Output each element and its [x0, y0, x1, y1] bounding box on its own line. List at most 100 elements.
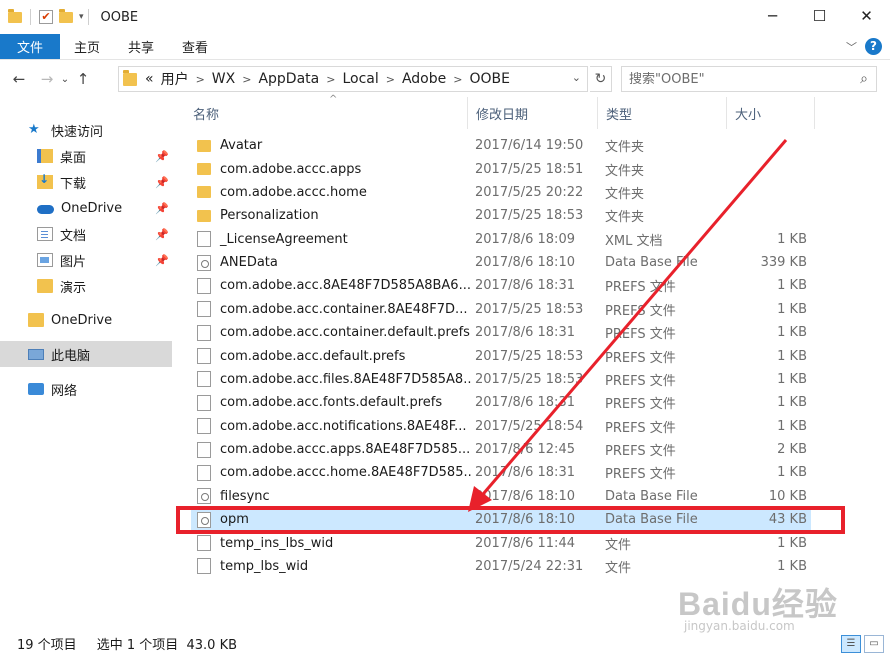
file-icon [197, 301, 211, 318]
pin-icon[interactable]: 📌 [155, 228, 169, 241]
table-row[interactable]: com.adobe.acc.container.default.prefs 201… [191, 321, 811, 344]
tab-share[interactable]: 共享 [114, 34, 168, 59]
close-button[interactable]: ✕ [843, 0, 890, 32]
breadcrumb-separator-icon[interactable]: > [242, 73, 251, 86]
pictures-folder-icon [37, 253, 53, 267]
table-row[interactable]: com.adobe.accc.home 2017/5/25 20:22 文件夹 [191, 181, 811, 204]
file-name: Personalization [220, 208, 319, 224]
table-row[interactable]: Avatar 2017/6/14 19:50 文件夹 [191, 134, 811, 157]
table-row[interactable]: com.adobe.acc.notifications.8AE48F... 201… [191, 415, 811, 438]
onedrive-cloud-icon [37, 205, 54, 214]
file-date-cell: 2017/5/25 18:54 [475, 418, 584, 434]
sidebar-item-downloads[interactable]: 下载 📌 [0, 169, 172, 195]
table-row[interactable]: com.adobe.acc.default.prefs 2017/5/25 18:… [191, 344, 811, 367]
pin-icon[interactable]: 📌 [155, 176, 169, 189]
highlight-box-annotation [176, 506, 845, 534]
file-icon [197, 324, 211, 341]
breadcrumb-separator-icon[interactable]: > [196, 73, 205, 86]
table-row[interactable]: ANEData 2017/8/6 18:10 Data Base File 339 K… [191, 251, 811, 274]
table-row[interactable]: _LicenseAgreement 2017/8/6 18:09 XML 文档 1 K… [191, 228, 811, 251]
sidebar-item-label: 下载 [60, 176, 87, 192]
breadcrumb-item[interactable]: WX [212, 71, 235, 87]
help-icon[interactable]: ? [865, 38, 882, 55]
sidebar-item-quick-access[interactable]: ★ 快速访问 [0, 117, 172, 143]
file-icon [197, 535, 211, 552]
file-icon [197, 371, 211, 388]
downloads-folder-icon [37, 172, 53, 189]
breadcrumb-separator-icon[interactable]: > [326, 73, 335, 86]
file-date-cell: 2017/5/25 18:53 [475, 348, 584, 364]
breadcrumb-item[interactable]: 用户 [161, 69, 189, 89]
sidebar-item-network[interactable]: 网络 [0, 376, 172, 402]
large-icons-view-icon[interactable]: ▭ [864, 635, 884, 653]
this-pc-icon [28, 348, 44, 360]
column-header-date[interactable]: 修改日期 [468, 97, 598, 129]
tab-home[interactable]: 主页 [60, 34, 114, 59]
file-name: ANEData [220, 255, 278, 271]
customize-toolbar-icon[interactable]: ▾ [79, 12, 84, 22]
column-header-type[interactable]: 类型 [598, 97, 727, 129]
table-row[interactable]: com.adobe.acc.8AE48F7D585A8BA6... 2017/8/… [191, 274, 811, 297]
pin-icon[interactable]: 📌 [155, 150, 169, 163]
address-history-dropdown-icon[interactable]: ⌄ [572, 71, 581, 84]
file-date-cell: 2017/8/6 11:44 [475, 535, 575, 551]
file-type-cell: PREFS 文件 [605, 327, 676, 343]
file-name-cell: temp_ins_lbs_wid [197, 531, 472, 554]
sidebar-item-onedrive-pinned[interactable]: OneDrive 📌 [0, 195, 172, 221]
table-row[interactable]: temp_ins_lbs_wid 2017/8/6 11:44 文件 1 KB [191, 531, 811, 554]
properties-icon[interactable]: ✔ [39, 10, 53, 24]
breadcrumb-separator-icon[interactable]: > [453, 73, 462, 86]
folder-icon [37, 279, 53, 293]
breadcrumb-item[interactable]: Adobe [402, 71, 446, 87]
expand-ribbon-icon[interactable]: ﹀ [846, 39, 857, 55]
search-input[interactable] [629, 71, 849, 87]
pin-icon[interactable]: 📌 [155, 202, 169, 215]
recent-locations-icon[interactable]: ⌄ [58, 74, 72, 85]
address-bar[interactable]: « 用户 > WX > AppData > Local > Adobe > OO… [118, 66, 588, 92]
table-row[interactable]: com.adobe.acc.files.8AE48F7D585A8... 2017… [191, 368, 811, 391]
sidebar-item-this-pc[interactable]: 此电脑 [0, 341, 172, 367]
new-folder-icon[interactable] [59, 8, 73, 23]
folder-icon [8, 8, 22, 23]
refresh-icon[interactable]: ↻ [590, 66, 612, 92]
table-row[interactable]: temp_lbs_wid 2017/5/24 22:31 文件 1 KB [191, 555, 811, 578]
back-arrow-icon[interactable]: ← [8, 70, 30, 88]
table-row[interactable]: com.adobe.accc.apps.8AE48F7D585... 2017/8… [191, 438, 811, 461]
column-header-size[interactable]: 大小 [727, 97, 815, 129]
table-row[interactable]: com.adobe.acc.fonts.default.prefs 2017/8/… [191, 391, 811, 414]
search-box[interactable]: ⌕ [621, 66, 877, 92]
tab-file[interactable]: 文件 [0, 34, 61, 59]
maximize-button[interactable]: ☐ [796, 0, 843, 32]
breadcrumb-item[interactable]: OOBE [469, 71, 510, 87]
forward-arrow-icon[interactable]: → [36, 70, 58, 88]
details-view-icon[interactable]: ☰ [841, 635, 861, 653]
breadcrumb-item[interactable]: Local [342, 71, 378, 87]
tab-view[interactable]: 查看 [168, 34, 222, 59]
file-size-cell: 1 KB [777, 325, 807, 341]
file-date-cell: 2017/5/24 22:31 [475, 558, 584, 574]
pin-icon[interactable]: 📌 [155, 254, 169, 267]
table-row[interactable]: com.adobe.accc.home.8AE48F7D585... 2017/8… [191, 461, 811, 484]
column-header-name[interactable]: ^ 名称 [185, 94, 468, 129]
table-row[interactable]: com.adobe.accc.apps 2017/5/25 18:51 文件夹 [191, 157, 811, 180]
file-date-cell: 2017/8/6 18:09 [475, 231, 575, 247]
breadcrumb-item[interactable]: AppData [258, 71, 319, 87]
sidebar-item-demo[interactable]: 演示 [0, 273, 172, 299]
breadcrumb-overflow[interactable]: « [145, 71, 154, 87]
table-row[interactable]: Personalization 2017/5/25 18:53 文件夹 [191, 204, 811, 227]
sidebar-item-documents[interactable]: 文档 📌 [0, 221, 172, 247]
sidebar-item-onedrive[interactable]: OneDrive [0, 307, 172, 333]
breadcrumb-separator-icon[interactable]: > [386, 73, 395, 86]
minimize-button[interactable]: ─ [749, 0, 796, 32]
table-row[interactable]: com.adobe.acc.container.8AE48F7D... 2017/… [191, 298, 811, 321]
table-row[interactable]: filesync 2017/8/6 18:10 Data Base File 10 K… [191, 485, 811, 508]
sidebar-item-pictures[interactable]: 图片 📌 [0, 247, 172, 273]
sidebar-item-desktop[interactable]: 桌面 📌 [0, 143, 172, 169]
selection-info: 选中 1 个项目 43.0 KB [96, 638, 238, 653]
file-date-cell: 2017/5/25 18:53 [475, 208, 584, 224]
documents-folder-icon [37, 227, 53, 241]
file-name: _LicenseAgreement [220, 231, 348, 247]
up-arrow-icon[interactable]: ↑ [72, 70, 94, 88]
file-size-cell: 1 KB [777, 465, 807, 481]
folder-icon [28, 313, 44, 327]
